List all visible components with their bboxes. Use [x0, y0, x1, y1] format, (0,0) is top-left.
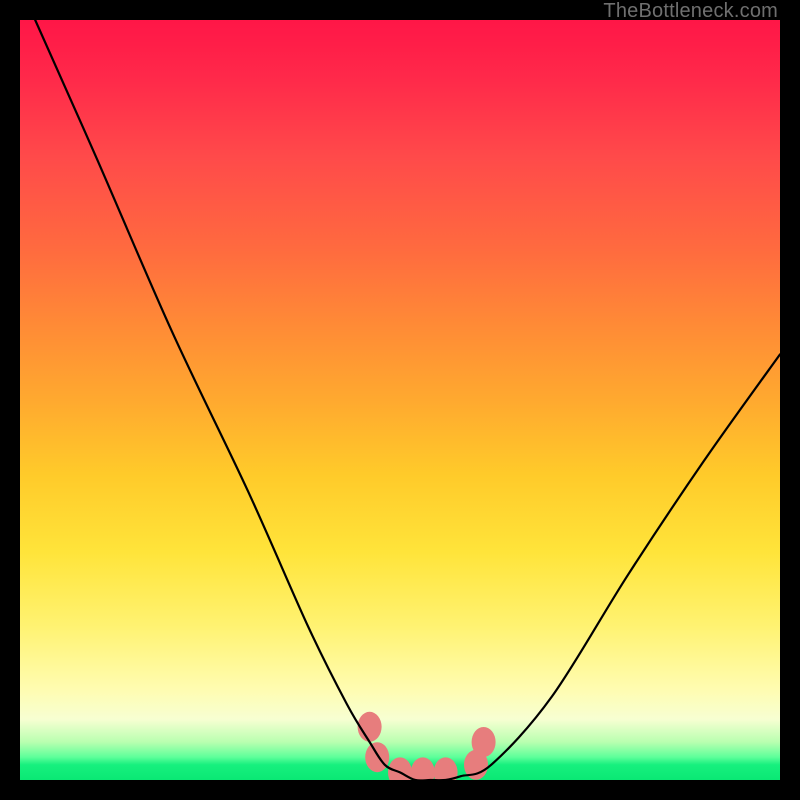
- marker-dot: [472, 727, 496, 757]
- bottleneck-curve-path: [35, 20, 780, 780]
- marker-dot: [365, 742, 389, 772]
- chart-svg: [20, 20, 780, 780]
- markers-group: [358, 712, 496, 780]
- marker-dot: [411, 757, 435, 780]
- watermark-text: TheBottleneck.com: [603, 0, 778, 23]
- chart-frame: TheBottleneck.com: [0, 0, 800, 800]
- marker-dot: [434, 757, 458, 780]
